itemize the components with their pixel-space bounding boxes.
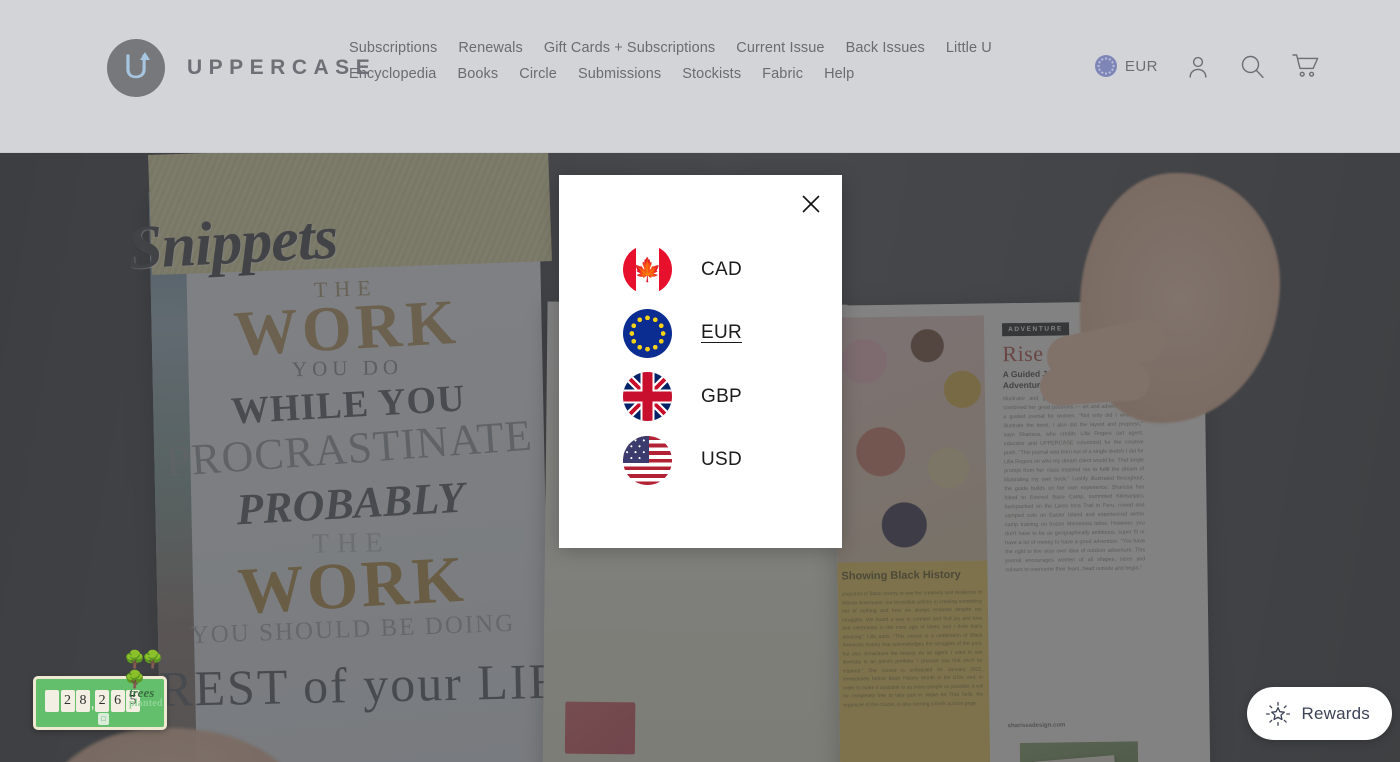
account-button[interactable] bbox=[1184, 52, 1212, 80]
rewards-label: Rewards bbox=[1301, 703, 1370, 723]
trees-badge-icon: □ bbox=[98, 713, 109, 725]
currency-selector-label: EUR bbox=[1124, 57, 1158, 75]
search-icon bbox=[1241, 55, 1264, 78]
brand-name: UPPERCASE bbox=[187, 56, 377, 79]
uk-cross-red bbox=[623, 372, 672, 422]
search-button[interactable] bbox=[1238, 52, 1266, 80]
currency-option-eur[interactable]: EUR bbox=[559, 302, 842, 366]
sparkle-star-icon bbox=[1265, 701, 1290, 726]
trees-counter: 2 8 , 2 6 5 bbox=[45, 690, 141, 712]
nav-item-books[interactable]: Books bbox=[457, 66, 498, 82]
close-x-icon bbox=[802, 195, 820, 213]
nav-item-help[interactable]: Help bbox=[824, 66, 854, 82]
currency-code-gbp: GBP bbox=[701, 385, 743, 407]
u-arrow-logo-icon: U bbox=[107, 39, 165, 97]
nav-item-renewals[interactable]: Renewals bbox=[458, 40, 522, 56]
currency-option-cad[interactable]: 🍁 CAD bbox=[559, 238, 842, 302]
flag-united-states-icon bbox=[623, 435, 672, 485]
eu-stars bbox=[1094, 55, 1117, 77]
header-actions: EUR bbox=[1094, 52, 1320, 80]
logo-arrow-icon bbox=[140, 52, 150, 60]
counter-digit-0 bbox=[45, 690, 59, 712]
currency-selection-modal: 🍁 CAD EUR GBP USD bbox=[559, 175, 842, 548]
currency-code-cad: CAD bbox=[701, 258, 743, 280]
nav-item-subscriptions[interactable]: Subscriptions bbox=[349, 40, 437, 56]
nav-item-back-issues[interactable]: Back Issues bbox=[846, 40, 925, 56]
trees-planted-label: trees planted bbox=[129, 686, 163, 709]
page-root: THE WORK YOU DO WHILE YOU PROCRASTINATE … bbox=[0, 0, 1400, 762]
nav-row-secondary: Encyclopedia Books Circle Submissions St… bbox=[349, 66, 1049, 82]
nav-item-fabric[interactable]: Fabric bbox=[762, 66, 803, 82]
close-icon[interactable] bbox=[794, 187, 828, 221]
counter-comma: , bbox=[90, 695, 95, 712]
currency-code-usd: USD bbox=[701, 449, 743, 471]
counter-digit-4: 6 bbox=[110, 690, 125, 712]
maple-leaf-glyph: 🍁 bbox=[633, 256, 662, 283]
nav-row-primary: Subscriptions Renewals Gift Cards + Subs… bbox=[349, 40, 1049, 56]
counter-digit-2: 8 bbox=[76, 690, 90, 712]
counter-digit-3: 2 bbox=[95, 690, 110, 712]
currency-option-list: 🍁 CAD EUR GBP USD bbox=[559, 238, 842, 492]
nav-item-circle[interactable]: Circle bbox=[519, 66, 557, 82]
flag-united-kingdom-icon bbox=[623, 372, 672, 422]
counter-digit-1: 2 bbox=[60, 690, 75, 712]
eu-stars-ring bbox=[623, 308, 672, 358]
usa-canton bbox=[623, 435, 649, 463]
cart-button[interactable] bbox=[1292, 52, 1320, 80]
planted-word: planted bbox=[129, 698, 163, 709]
flag-european-union-icon bbox=[1094, 55, 1117, 77]
nav-item-current-issue[interactable]: Current Issue bbox=[736, 40, 824, 56]
site-logo[interactable]: U UPPERCASE bbox=[107, 39, 376, 97]
main-navigation: Subscriptions Renewals Gift Cards + Subs… bbox=[349, 40, 1049, 82]
nav-item-little-u[interactable]: Little U bbox=[946, 40, 992, 56]
nav-item-submissions[interactable]: Submissions bbox=[578, 66, 661, 82]
flag-canada-icon: 🍁 bbox=[623, 245, 672, 295]
cart-icon bbox=[1292, 54, 1319, 77]
forest-icon: 🌳🌳🌳 bbox=[124, 650, 163, 689]
rewards-button[interactable]: Rewards bbox=[1246, 687, 1392, 740]
site-header: U UPPERCASE Subscriptions Renewals Gift … bbox=[0, 0, 1400, 153]
nav-item-gift-cards[interactable]: Gift Cards + Subscriptions bbox=[544, 40, 715, 56]
currency-code-eur: EUR bbox=[701, 322, 743, 344]
currency-option-gbp[interactable]: GBP bbox=[559, 365, 842, 429]
flag-european-union-icon bbox=[623, 308, 672, 358]
currency-option-usd[interactable]: USD bbox=[559, 429, 842, 493]
currency-selector-button[interactable]: EUR bbox=[1094, 55, 1158, 77]
nav-item-encyclopedia[interactable]: Encyclopedia bbox=[349, 66, 436, 82]
trees-planted-widget[interactable]: 🌳🌳🌳 2 8 , 2 6 5 trees planted □ bbox=[33, 650, 167, 730]
nav-item-stockists[interactable]: Stockists bbox=[682, 66, 741, 82]
user-icon bbox=[1189, 56, 1207, 78]
